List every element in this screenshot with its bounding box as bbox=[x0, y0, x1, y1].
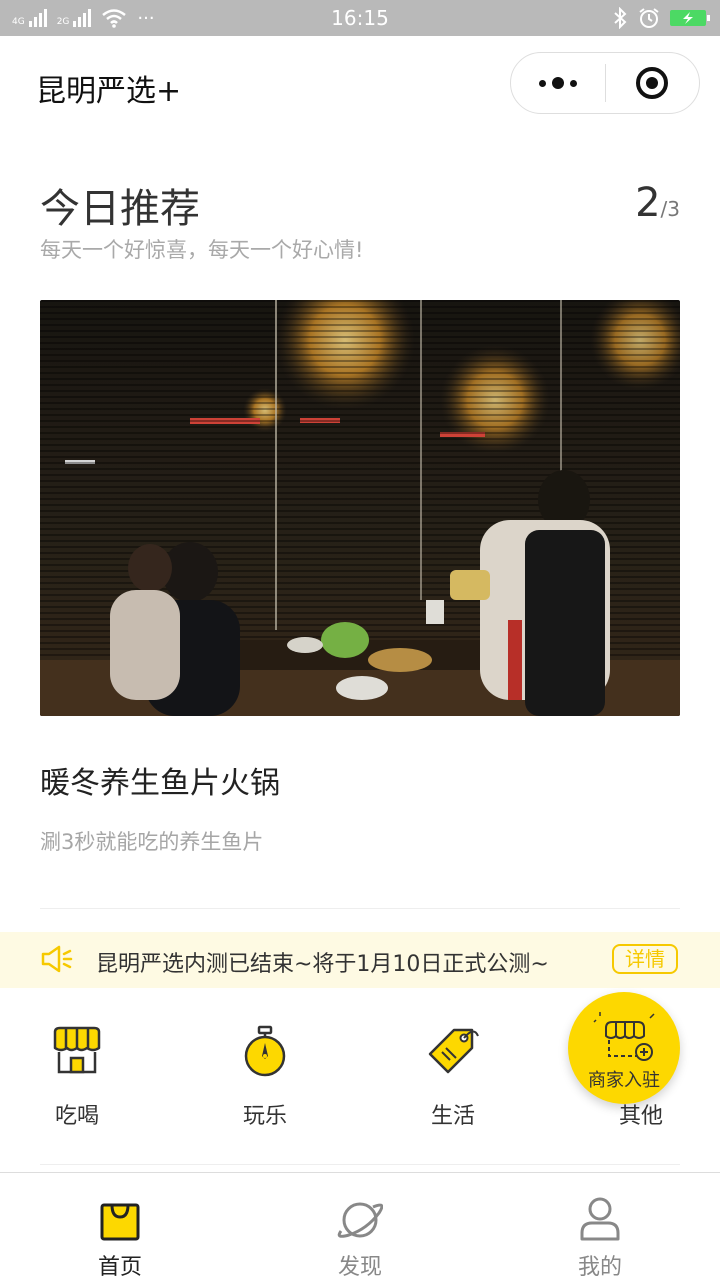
counter-current: 2 bbox=[635, 180, 661, 226]
category-label: 玩乐 bbox=[242, 1104, 287, 1129]
bottom-tab-bar: 首页 发现 我的 bbox=[0, 1172, 720, 1281]
notice-detail-button[interactable]: 详情 bbox=[612, 944, 678, 974]
tab-home[interactable]: 首页 bbox=[0, 1173, 240, 1281]
tab-label: 我的 bbox=[577, 1255, 622, 1280]
status-bar: 4G 2G ··· 16:15 bbox=[0, 0, 720, 36]
merchant-join-label: 商家入驻 bbox=[588, 1070, 660, 1091]
category-life[interactable]: 生活 bbox=[398, 1020, 508, 1130]
shop-plus-icon bbox=[593, 1012, 655, 1061]
counter-total: /3 bbox=[660, 197, 680, 221]
category-eat-drink[interactable]: 吃喝 bbox=[22, 1020, 132, 1130]
merchant-join-button[interactable]: 商家入驻 bbox=[568, 992, 680, 1104]
status-right bbox=[612, 6, 710, 30]
tab-label: 首页 bbox=[97, 1255, 142, 1280]
more-button[interactable] bbox=[511, 53, 605, 113]
shopping-bag-icon bbox=[100, 1203, 140, 1241]
user-icon bbox=[580, 1197, 620, 1241]
planet-icon bbox=[337, 1202, 383, 1238]
bluetooth-icon bbox=[614, 7, 627, 29]
category-play[interactable]: 玩乐 bbox=[210, 1020, 320, 1130]
section-title: 今日推荐 bbox=[40, 186, 200, 232]
alarm-icon bbox=[639, 8, 659, 28]
price-tag-icon bbox=[428, 1028, 479, 1074]
category-label: 生活 bbox=[430, 1104, 475, 1129]
card-title[interactable]: 暖冬养生鱼片火锅 bbox=[40, 758, 280, 802]
battery-icon bbox=[670, 10, 710, 26]
tab-mine[interactable]: 我的 bbox=[480, 1173, 720, 1281]
recommend-photo[interactable] bbox=[40, 300, 680, 716]
target-icon bbox=[636, 67, 669, 99]
stopwatch-icon bbox=[244, 1025, 286, 1077]
megaphone-icon bbox=[41, 945, 73, 973]
divider bbox=[40, 1164, 680, 1165]
divider bbox=[40, 908, 680, 909]
restaurant-photo-illustration bbox=[40, 300, 680, 716]
miniprogram-capsule bbox=[510, 52, 700, 114]
category-label: 其他 bbox=[618, 1104, 663, 1129]
close-miniprogram-button[interactable] bbox=[606, 53, 700, 113]
app-header: 昆明严选+ bbox=[0, 36, 720, 132]
app-title: 昆明严选+ bbox=[36, 74, 182, 109]
food-stall-icon bbox=[53, 1026, 101, 1074]
notice-bar: 昆明严选内测已结束~将于1月10日正式公测~ 详情 bbox=[0, 932, 720, 988]
tab-discover[interactable]: 发现 bbox=[240, 1173, 480, 1281]
tab-label: 发现 bbox=[337, 1255, 382, 1280]
notice-text: 昆明严选内测已结束~将于1月10日正式公测~ bbox=[96, 952, 549, 977]
card-description: 涮3秒就能吃的养生鱼片 bbox=[40, 830, 264, 854]
carousel-counter: 2/3 bbox=[635, 180, 680, 226]
category-label: 吃喝 bbox=[54, 1104, 99, 1129]
section-subtitle: 每天一个好惊喜，每天一个好心情! bbox=[40, 238, 364, 262]
more-dots-icon bbox=[538, 77, 577, 89]
